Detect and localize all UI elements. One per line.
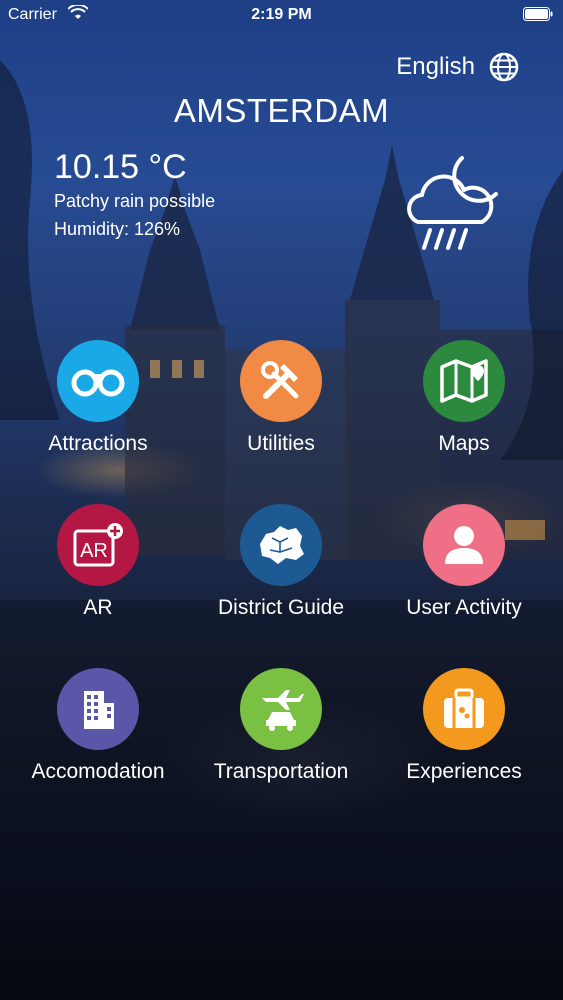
menu-accomodation[interactable]: Accomodation: [8, 668, 188, 784]
transportation-label: Transportation: [213, 760, 349, 783]
accomodation-button[interactable]: [57, 668, 139, 750]
binoculars-icon: [71, 369, 125, 397]
experiences-button[interactable]: [423, 668, 505, 750]
menu-transportation[interactable]: Transportation: [191, 668, 371, 784]
humidity: Humidity: 126%: [54, 219, 181, 239]
tools-icon: [261, 361, 299, 399]
menu-maps[interactable]: Maps: [374, 340, 554, 456]
globe-icon[interactable]: [489, 52, 519, 82]
home-screen: Carrier 2:19 PM English AMSTERDAM 10.15 …: [0, 0, 563, 1000]
temperature: 10.15 °C: [54, 148, 187, 186]
clock: 2:19 PM: [251, 6, 312, 23]
city-title: AMSTERDAM: [173, 92, 390, 129]
experiences-label: Experiences: [406, 760, 522, 783]
utilities-button[interactable]: [240, 340, 322, 422]
menu-attractions[interactable]: Attractions: [8, 340, 188, 456]
weather-condition: Patchy rain possible: [54, 191, 216, 211]
user-activity-button[interactable]: [423, 504, 505, 586]
utilities-label: Utilities: [247, 432, 315, 455]
transportation-button[interactable]: [240, 668, 322, 750]
attractions-label: Attractions: [48, 432, 148, 455]
district-map-icon: [260, 526, 304, 564]
ar-label: AR: [83, 596, 113, 619]
user-activity-label: User Activity: [406, 596, 522, 619]
accomodation-label: Accomodation: [31, 760, 165, 783]
district-guide-button[interactable]: [240, 504, 322, 586]
menu-user-activity[interactable]: User Activity: [374, 504, 554, 620]
user-icon: [445, 526, 483, 564]
menu-ar[interactable]: AR AR: [8, 504, 188, 620]
menu-experiences[interactable]: Experiences: [374, 668, 554, 784]
svg-text:AR: AR: [80, 540, 108, 562]
building-icon: [84, 691, 114, 729]
ar-icon: AR: [73, 523, 123, 567]
plane-car-icon: [262, 690, 304, 731]
status-bar: Carrier 2:19 PM: [0, 0, 563, 30]
language-label[interactable]: English: [396, 53, 475, 81]
menu-utilities[interactable]: Utilities: [191, 340, 371, 456]
language-selector[interactable]: English: [396, 52, 519, 82]
rain-cloud-moon-icon: [407, 156, 498, 250]
ar-button[interactable]: AR: [57, 504, 139, 586]
menu-district-guide[interactable]: District Guide: [191, 504, 371, 620]
battery-icon: [523, 7, 553, 21]
maps-label: Maps: [438, 432, 490, 455]
district-guide-label: District Guide: [217, 596, 345, 619]
suitcase-icon: [444, 688, 484, 728]
attractions-button[interactable]: [57, 340, 139, 422]
map-icon: [440, 359, 488, 403]
maps-button[interactable]: [423, 340, 505, 422]
